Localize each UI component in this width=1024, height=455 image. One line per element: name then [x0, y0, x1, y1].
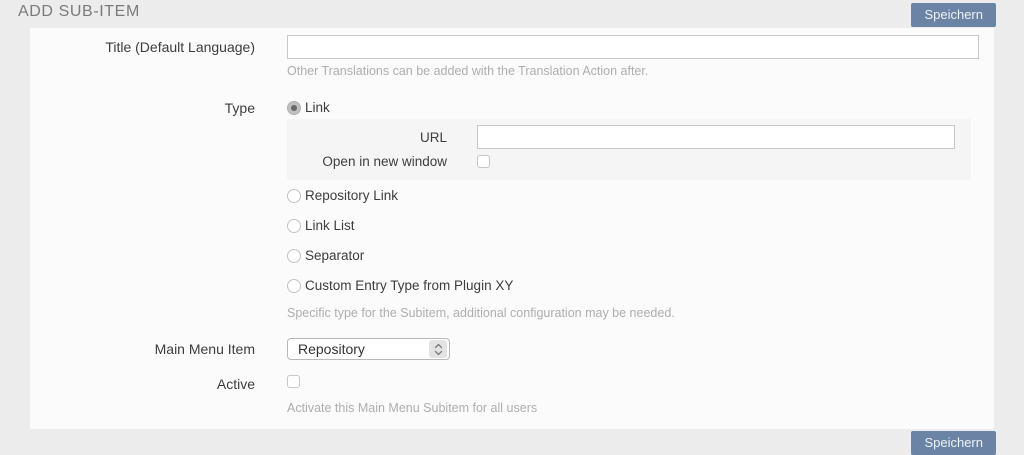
save-button-top[interactable]: Speichern: [911, 3, 996, 27]
main-menu-item-selected-value: Repository: [298, 341, 365, 357]
type-option-link-label: Link: [305, 100, 330, 115]
title-field-label: Title (Default Language): [30, 35, 255, 56]
url-input[interactable]: [477, 125, 955, 149]
link-options-box: URL Open in new window: [287, 119, 971, 180]
active-help-text: Activate this Main Menu Subitem for all …: [287, 401, 537, 415]
open-new-window-label: Open in new window: [287, 154, 447, 169]
type-field-row: Type Link URL Open in new window: [30, 100, 994, 320]
main-menu-item-label: Main Menu Item: [30, 338, 255, 358]
type-option-link[interactable]: Link: [287, 100, 971, 115]
type-option-custom-entry-label: Custom Entry Type from Plugin XY: [305, 278, 513, 293]
type-option-link-list-label: Link List: [305, 218, 355, 233]
url-field-label: URL: [287, 130, 447, 145]
page-title: ADD SUB-ITEM: [18, 3, 140, 21]
type-option-separator-label: Separator: [305, 248, 364, 263]
type-option-link-list[interactable]: Link List: [287, 218, 971, 233]
url-field-row: URL: [287, 125, 971, 149]
form-panel: Title (Default Language) Other Translati…: [30, 28, 994, 429]
active-field-label: Active: [30, 375, 255, 393]
type-option-custom-entry[interactable]: Custom Entry Type from Plugin XY: [287, 278, 971, 293]
active-field-row: Active Activate this Main Menu Subitem f…: [30, 375, 994, 415]
type-option-repository-link[interactable]: Repository Link: [287, 188, 971, 203]
open-new-window-checkbox[interactable]: [477, 155, 490, 168]
save-button-bottom[interactable]: Speichern: [911, 431, 996, 455]
title-help-text: Other Translations can be added with the…: [287, 64, 979, 78]
radio-selected-icon[interactable]: [287, 101, 301, 115]
page-header: ADD SUB-ITEM Speichern: [0, 0, 1024, 28]
radio-unselected-icon[interactable]: [287, 279, 301, 293]
active-checkbox[interactable]: [287, 375, 300, 388]
select-arrows-icon: [429, 340, 447, 358]
radio-unselected-icon[interactable]: [287, 249, 301, 263]
main-menu-item-row: Main Menu Item Repository: [30, 338, 994, 360]
radio-unselected-icon[interactable]: [287, 219, 301, 233]
type-help-text: Specific type for the Subitem, additiona…: [287, 306, 971, 320]
main-menu-item-select[interactable]: Repository: [287, 338, 450, 360]
page-footer: Speichern: [0, 429, 1024, 455]
open-new-window-row: Open in new window: [287, 154, 971, 169]
type-option-separator[interactable]: Separator: [287, 248, 971, 263]
type-option-repository-link-label: Repository Link: [305, 188, 398, 203]
radio-unselected-icon[interactable]: [287, 189, 301, 203]
title-input[interactable]: [287, 35, 979, 59]
type-field-label: Type: [30, 100, 255, 117]
title-field-row: Title (Default Language) Other Translati…: [30, 35, 994, 78]
